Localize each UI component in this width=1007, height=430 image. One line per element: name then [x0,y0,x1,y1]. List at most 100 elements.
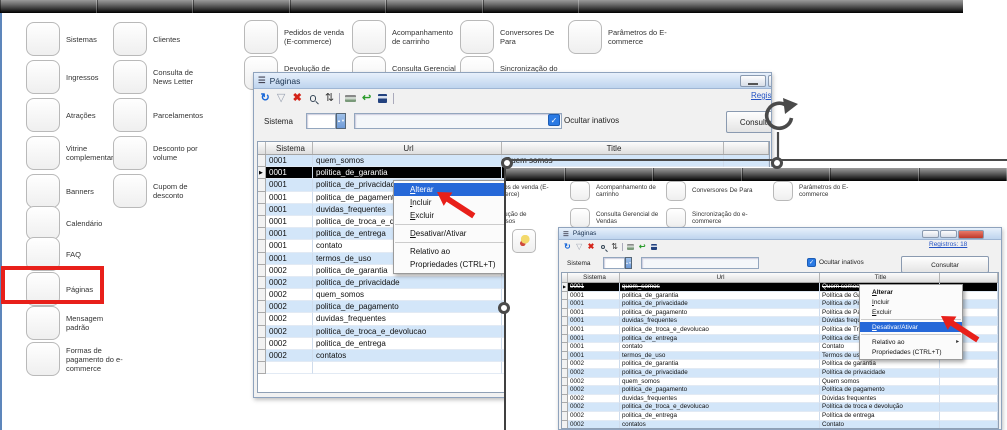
menu-item[interactable]: Propriedades (CTRL+T) [860,347,962,357]
col-url[interactable]: Url [313,142,502,154]
sort-icon[interactable]: ⇅ [323,92,335,104]
menu-tab[interactable] [506,168,565,181]
menu-tab[interactable] [193,0,290,13]
maximize-button[interactable] [768,75,772,87]
minimize-button[interactable] [922,230,939,238]
minimize-button[interactable] [740,75,766,87]
row-marker[interactable] [562,412,568,421]
menu-tab[interactable] [290,0,387,13]
sidebar-item[interactable]: Consulta de News Letter [113,60,213,94]
sidebar-item[interactable]: Cupom de desconto [113,174,213,208]
row-marker[interactable] [258,301,266,313]
search-icon[interactable] [307,92,319,104]
filter-icon[interactable]: ▽ [275,92,287,104]
row-marker[interactable] [258,362,266,374]
window-titlebar[interactable]: ☰ Páginas [254,73,771,89]
row-marker[interactable] [258,204,266,216]
sidebar-item[interactable]: Formas de pagamento do e-commerce [26,342,126,376]
row-marker[interactable] [258,277,266,289]
sistema-name-input[interactable] [641,257,759,269]
row-marker[interactable] [258,289,266,301]
row-marker[interactable] [562,292,568,301]
refresh-icon[interactable]: ↻ [259,92,271,104]
menu-tab[interactable] [97,0,194,13]
row-marker[interactable] [258,179,266,191]
menu-tab[interactable] [483,0,580,13]
menu-item[interactable]: Excluir [394,209,505,222]
menu-tab[interactable] [919,168,1007,181]
menu-item[interactable]: Incluir [860,297,962,307]
save-icon[interactable] [377,92,389,104]
row-marker[interactable] [562,360,568,369]
table-row[interactable]: 0001 quem_somos Quem somos [258,155,769,167]
shortcut-item[interactable]: Parâmetros do E-commerce [773,181,865,201]
print-icon[interactable] [626,243,635,252]
export-icon[interactable]: ↩ [638,243,647,252]
menu-tab[interactable] [386,0,483,13]
row-marker[interactable] [258,167,266,179]
search-icon[interactable] [598,243,607,252]
sort-icon[interactable]: ⇅ [610,243,619,252]
refresh-icon[interactable]: ↻ [563,243,572,252]
table-row[interactable]: 0002 politica_de_pagamento Política de p… [562,386,998,395]
table-row[interactable]: 0002 quem_somos Quem somos [562,378,998,387]
row-marker[interactable] [562,326,568,335]
table-row[interactable]: 0002 politica_de_privacidade Política de… [562,369,998,378]
window-titlebar[interactable]: ☰ Páginas [559,228,1001,240]
shortcut-item[interactable]: Conversores De Para [666,181,758,201]
shortcut-item[interactable]: Parâmetros do E-commerce [568,20,676,54]
col-title[interactable]: Title [820,273,940,282]
row-marker[interactable] [562,300,568,309]
menu-tab[interactable] [742,168,831,181]
sistema-lookup-spinner[interactable]: ▲▼ [625,257,632,269]
filter-icon[interactable]: ▽ [575,243,584,252]
row-marker[interactable] [258,228,266,240]
row-marker[interactable] [258,338,266,350]
shortcut-item[interactable]: Consulta Gerencial de Vendas [570,208,662,228]
row-marker[interactable] [562,369,568,378]
menu-item[interactable]: Alterar [860,287,962,297]
row-marker[interactable] [562,317,568,326]
menu-item[interactable]: Propriedades (CTRL+T) [394,258,505,271]
row-marker[interactable] [258,350,266,362]
sistema-code-input[interactable] [306,113,336,129]
menu-item[interactable]: Excluir [860,307,962,317]
shortcut-item[interactable]: Acompanhamento de carrinho [570,181,662,201]
row-marker[interactable] [562,352,568,361]
row-marker[interactable] [562,343,568,352]
menu-tab[interactable] [565,168,654,181]
clear-filter-icon[interactable]: ✖ [291,92,303,104]
sidebar-item[interactable]: Clientes [113,22,213,56]
col-title[interactable]: Title [502,142,724,154]
table-row[interactable]: 0002 politica_de_entrega Política de ent… [562,412,998,421]
row-marker[interactable] [258,155,266,167]
window-menu-icon[interactable]: ☰ [563,230,569,238]
sidebar-item[interactable]: Atrações [26,98,126,132]
export-icon[interactable]: ↩ [361,92,373,104]
consultar-button[interactable]: Consultar [901,256,989,273]
col-sistema[interactable]: Sistema [266,142,313,154]
sidebar-item[interactable]: Desconto por volume [113,136,213,170]
row-marker[interactable] [258,265,266,277]
shortcut-item[interactable]: Pedidos de venda (E-commerce) [244,20,352,54]
menu-tab[interactable] [830,168,919,181]
row-marker[interactable] [258,326,266,338]
shortcut-item[interactable]: Conversores De Para [460,20,568,54]
row-marker[interactable] [562,395,568,404]
col-url[interactable]: Url [620,273,820,282]
row-marker[interactable] [258,240,266,252]
menu-tab[interactable] [0,0,97,13]
sistema-code-input[interactable] [603,257,625,269]
close-button[interactable] [958,230,984,239]
row-marker[interactable] [258,253,266,265]
maximize-button[interactable] [940,230,957,238]
menu-item[interactable]: Relativo ao [394,245,505,258]
save-icon[interactable] [650,243,659,252]
menu-item[interactable]: Relativo ao [860,337,962,347]
row-marker[interactable] [562,378,568,387]
sidebar-item[interactable]: Vitrine complementar [26,136,126,170]
row-marker[interactable] [562,309,568,318]
shortcut-item[interactable]: Pedidos de venda (E-commerce) [506,181,554,201]
col-extra[interactable] [940,273,998,282]
col-sistema[interactable]: Sistema [568,273,620,282]
